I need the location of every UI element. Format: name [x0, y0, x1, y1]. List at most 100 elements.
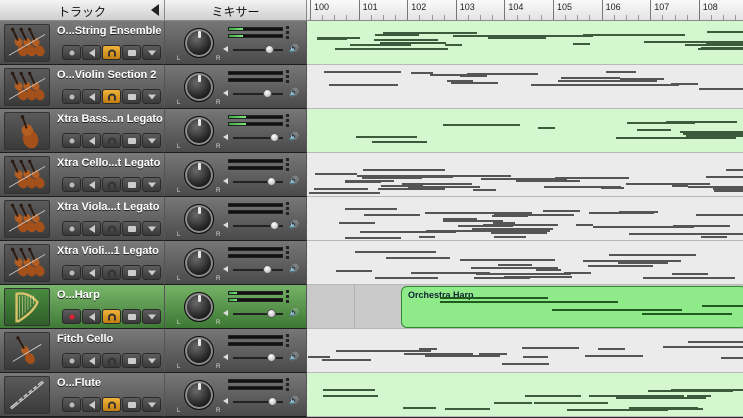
monitor-button[interactable]	[102, 177, 121, 192]
track-name[interactable]: Xtra Viola...t Legato	[57, 201, 160, 213]
midi-region[interactable]: Orchestra Harp	[401, 286, 743, 328]
track-menu-button[interactable]	[142, 309, 161, 324]
double-bass-icon[interactable]	[4, 112, 50, 150]
track-row[interactable]: O...Harp L R 🔊 Orchestra Harp	[0, 285, 743, 329]
track-header[interactable]: Xtra Violi...1 Legato	[0, 241, 165, 285]
track-header[interactable]: Xtra Bass...n Legato	[0, 109, 165, 153]
track-lane[interactable]	[307, 373, 743, 417]
monitor-button[interactable]	[102, 353, 121, 368]
track-header[interactable]: O...Violin Section 2	[0, 65, 165, 109]
mute-button[interactable]	[82, 89, 101, 104]
lock-button[interactable]	[122, 397, 141, 412]
mute-button[interactable]	[82, 309, 101, 324]
track-row[interactable]: Fitch Cello L R 🔊	[0, 329, 743, 373]
track-header[interactable]: Xtra Cello...t Legato	[0, 153, 165, 197]
track-name[interactable]: Xtra Cello...t Legato	[57, 157, 160, 169]
track-name[interactable]: O...Violin Section 2	[57, 69, 156, 81]
volume-slider-thumb[interactable]	[267, 309, 276, 318]
track-header[interactable]: Fitch Cello	[0, 329, 165, 373]
clip-indicator[interactable]	[286, 70, 289, 85]
track-name[interactable]: Xtra Violi...1 Legato	[57, 245, 159, 257]
track-lane[interactable]	[307, 329, 743, 373]
mute-button[interactable]	[82, 221, 101, 236]
strings-icon[interactable]	[4, 68, 50, 106]
strings-icon[interactable]	[4, 156, 50, 194]
monitor-button[interactable]	[102, 45, 121, 60]
volume-slider[interactable]	[233, 133, 283, 142]
clip-indicator[interactable]	[286, 158, 289, 173]
mute-button[interactable]	[82, 353, 101, 368]
mute-button[interactable]	[82, 45, 101, 60]
lock-button[interactable]	[122, 177, 141, 192]
record-enable-button[interactable]	[62, 309, 81, 324]
volume-slider[interactable]	[233, 45, 283, 54]
monitor-button[interactable]	[102, 89, 121, 104]
mixer-header[interactable]: ミキサー	[165, 0, 307, 20]
mute-button[interactable]	[82, 133, 101, 148]
track-lane[interactable]	[307, 197, 743, 241]
clip-indicator[interactable]	[286, 246, 289, 261]
clip-indicator[interactable]	[286, 334, 289, 349]
tracks-header[interactable]: トラック	[0, 0, 165, 20]
record-enable-button[interactable]	[62, 265, 81, 280]
track-menu-button[interactable]	[142, 177, 161, 192]
record-enable-button[interactable]	[62, 221, 81, 236]
pan-knob[interactable]	[184, 28, 214, 58]
lock-button[interactable]	[122, 221, 141, 236]
mute-button[interactable]	[82, 265, 101, 280]
volume-slider-thumb[interactable]	[270, 221, 279, 230]
volume-slider-thumb[interactable]	[267, 177, 276, 186]
record-enable-button[interactable]	[62, 353, 81, 368]
record-enable-button[interactable]	[62, 177, 81, 192]
strings-icon[interactable]	[4, 24, 50, 62]
clip-indicator[interactable]	[286, 202, 289, 217]
timeline-ruler[interactable]: 100 101 102 103 104 105 106 107 108	[307, 0, 743, 20]
volume-slider[interactable]	[233, 353, 283, 362]
volume-slider-thumb[interactable]	[267, 353, 276, 362]
clip-indicator[interactable]	[286, 378, 289, 393]
monitor-button[interactable]	[102, 133, 121, 148]
track-menu-button[interactable]	[142, 397, 161, 412]
harp-icon[interactable]	[4, 288, 50, 326]
track-menu-button[interactable]	[142, 133, 161, 148]
track-row[interactable]: Xtra Cello...t Legato L R 🔊	[0, 153, 743, 197]
track-row[interactable]: Xtra Viola...t Legato L R 🔊	[0, 197, 743, 241]
track-menu-button[interactable]	[142, 353, 161, 368]
track-lane[interactable]	[307, 21, 743, 65]
volume-slider-thumb[interactable]	[270, 133, 279, 142]
clip-indicator[interactable]	[286, 114, 289, 129]
track-row[interactable]: Xtra Violi...1 Legato L R 🔊	[0, 241, 743, 285]
track-name[interactable]: O...String Ensemble	[57, 25, 162, 37]
pan-knob[interactable]	[184, 160, 214, 190]
track-name[interactable]: O...Harp	[57, 289, 100, 301]
strings-icon[interactable]	[4, 200, 50, 238]
track-row[interactable]: Xtra Bass...n Legato L R 🔊	[0, 109, 743, 153]
track-header[interactable]: O...Harp	[0, 285, 165, 329]
volume-slider-thumb[interactable]	[263, 89, 272, 98]
pan-knob[interactable]	[184, 292, 214, 322]
pan-knob[interactable]	[184, 336, 214, 366]
pan-knob[interactable]	[184, 116, 214, 146]
collapse-arrow-icon[interactable]	[151, 4, 159, 16]
pan-knob[interactable]	[184, 380, 214, 410]
volume-slider-thumb[interactable]	[265, 45, 274, 54]
track-row[interactable]: O...Flute L R 🔊	[0, 373, 743, 417]
track-name[interactable]: Xtra Bass...n Legato	[57, 113, 163, 125]
volume-slider[interactable]	[233, 397, 283, 406]
track-header[interactable]: O...String Ensemble	[0, 21, 165, 65]
track-menu-button[interactable]	[142, 45, 161, 60]
track-name[interactable]: Fitch Cello	[57, 333, 113, 345]
volume-slider[interactable]	[233, 309, 283, 318]
track-lane[interactable]	[307, 153, 743, 197]
track-menu-button[interactable]	[142, 221, 161, 236]
monitor-button[interactable]	[102, 265, 121, 280]
volume-slider[interactable]	[233, 221, 283, 230]
mute-button[interactable]	[82, 177, 101, 192]
volume-slider-thumb[interactable]	[268, 397, 277, 406]
lock-button[interactable]	[122, 133, 141, 148]
track-menu-button[interactable]	[142, 89, 161, 104]
record-enable-button[interactable]	[62, 89, 81, 104]
track-lane[interactable]	[307, 241, 743, 285]
cello-icon[interactable]	[4, 332, 50, 370]
strings-icon[interactable]	[4, 244, 50, 282]
